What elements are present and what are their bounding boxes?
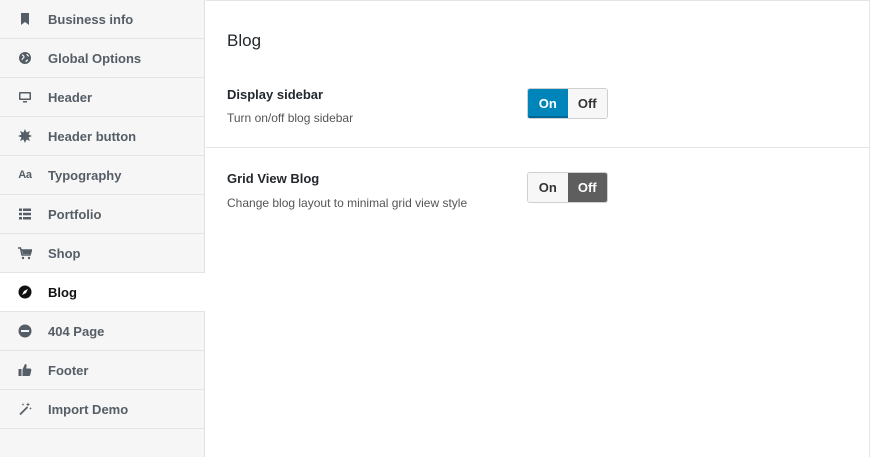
sidebar-item-portfolio[interactable]: Portfolio: [0, 195, 204, 234]
display-sidebar-off-button[interactable]: Off: [567, 89, 607, 118]
sidebar-item-footer[interactable]: Footer: [0, 351, 204, 390]
thumbs-up-icon: [18, 363, 32, 377]
bookmark-icon: [18, 12, 32, 26]
sidebar-item-label: 404 Page: [48, 323, 105, 339]
sidebar-item-blog[interactable]: Blog: [0, 273, 205, 312]
sidebar-item-label: Footer: [48, 362, 89, 378]
sidebar-item-label: Shop: [48, 245, 81, 261]
sidebar-item-global-options[interactable]: Global Options: [0, 39, 204, 78]
display-sidebar-toggle[interactable]: On Off: [527, 88, 608, 119]
typography-icon: Aa: [18, 169, 32, 181]
sidebar-item-header[interactable]: Header: [0, 78, 204, 117]
monitor-icon: [18, 90, 32, 104]
grid-view-blog-toggle[interactable]: On Off: [527, 172, 608, 203]
compass-icon: [18, 285, 32, 299]
sidebar-item-404-page[interactable]: 404 Page: [0, 312, 204, 351]
settings-panel: Blog Display sidebar Turn on/off blog si…: [206, 0, 870, 457]
sidebar-item-typography[interactable]: Aa Typography: [0, 156, 204, 195]
grid-view-blog-description: Change blog layout to minimal grid view …: [227, 196, 468, 210]
cart-icon: [18, 246, 32, 260]
sidebar-item-label: Business info: [48, 11, 134, 27]
sidebar-item-header-button[interactable]: Header button: [0, 117, 204, 156]
starburst-icon: [18, 129, 32, 143]
display-sidebar-title: Display sidebar: [227, 87, 324, 102]
option-divider: [206, 147, 869, 148]
sidebar-item-shop[interactable]: Shop: [0, 234, 204, 273]
grid-view-blog-title: Grid View Blog: [227, 171, 320, 186]
sidebar-item-label: Blog: [48, 284, 77, 300]
page-title: Blog: [227, 31, 262, 50]
minus-circle-icon: [18, 324, 32, 338]
sidebar-item-label: Header button: [48, 128, 137, 144]
sidebar-item-label: Typography: [48, 167, 122, 183]
sidebar-item-label: Header: [48, 89, 93, 105]
sidebar-item-business-info[interactable]: Business info: [0, 0, 204, 39]
sidebar-item-label: Import Demo: [48, 401, 129, 417]
sidebar-item-import-demo[interactable]: Import Demo: [0, 390, 204, 429]
settings-sidebar: Business info Global Options Header Head…: [0, 0, 205, 457]
magic-wand-icon: [18, 402, 32, 416]
sidebar-item-label: Global Options: [48, 50, 142, 66]
display-sidebar-on-button[interactable]: On: [528, 89, 568, 118]
sidebar-item-label: Portfolio: [48, 206, 102, 222]
grid-view-blog-on-button[interactable]: On: [528, 173, 568, 202]
globe-icon: [18, 51, 32, 65]
display-sidebar-description: Turn on/off blog sidebar: [227, 111, 354, 125]
grid-view-blog-off-button[interactable]: Off: [567, 173, 607, 202]
list-icon: [18, 207, 32, 221]
